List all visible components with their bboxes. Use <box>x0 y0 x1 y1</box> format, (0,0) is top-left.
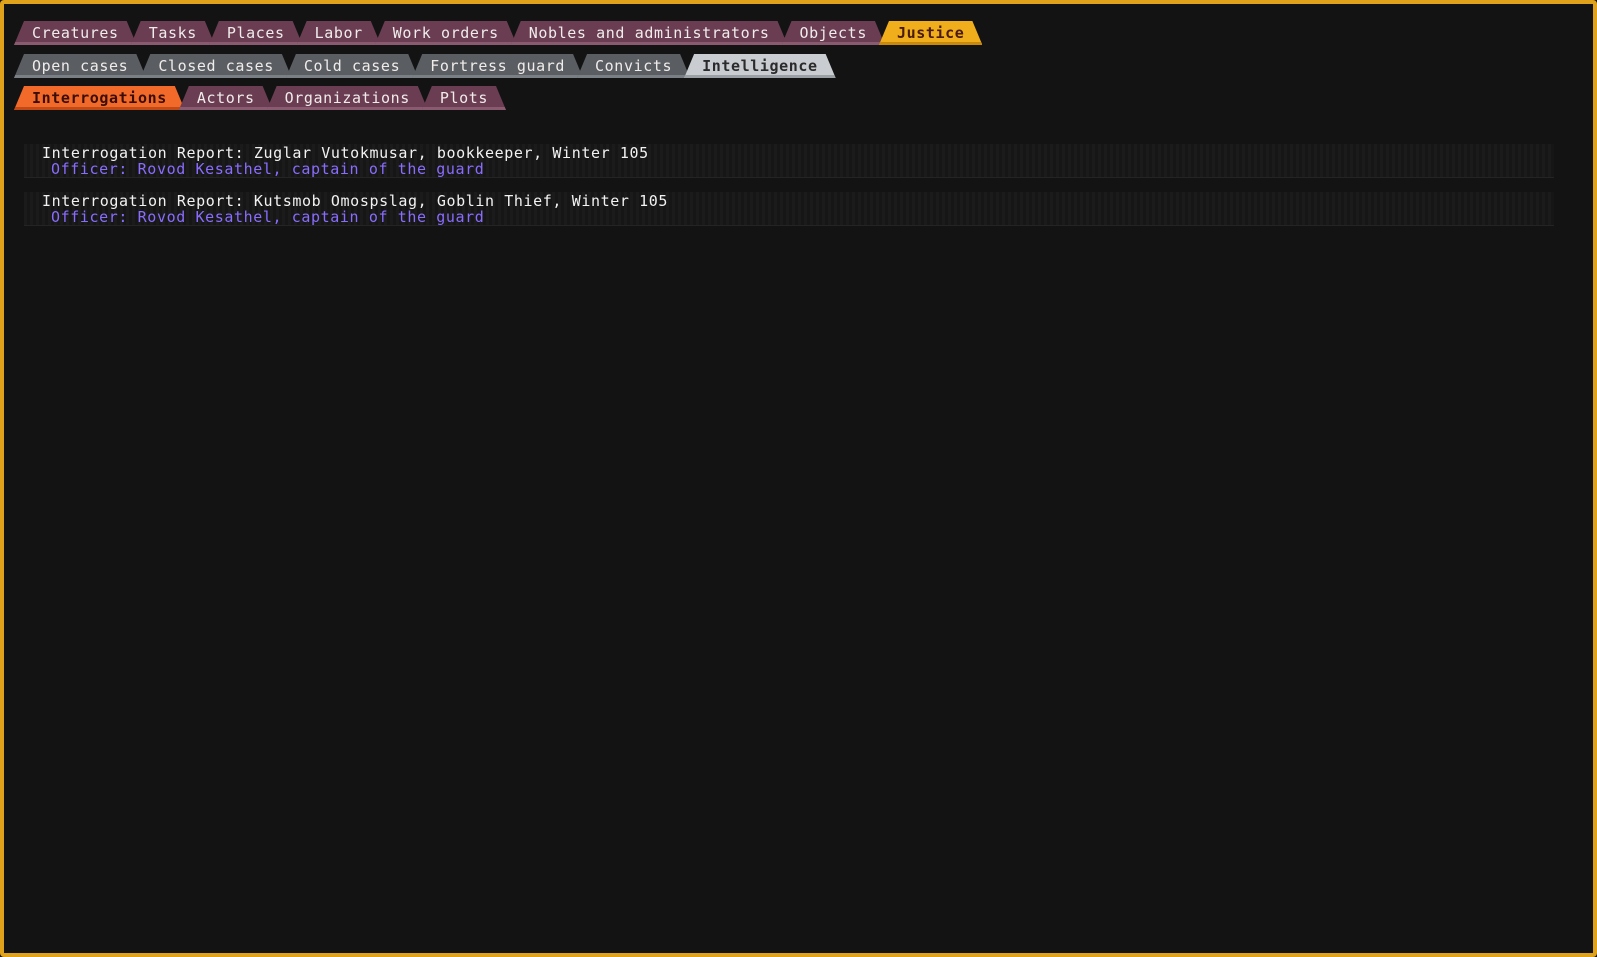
tab-organizations[interactable]: Organizations <box>267 86 428 110</box>
tab-tasks[interactable]: Tasks <box>131 21 215 45</box>
tab-work-orders[interactable]: Work orders <box>375 21 517 45</box>
tab-open-cases[interactable]: Open cases <box>14 54 146 78</box>
list-item[interactable]: Interrogation Report: Kutsmob Omospslag,… <box>24 192 1554 226</box>
window-frame: Creatures Tasks Places Labor Work orders… <box>0 0 1597 957</box>
tab-actors[interactable]: Actors <box>179 86 273 110</box>
tab-creatures[interactable]: Creatures <box>14 21 137 45</box>
tab-places[interactable]: Places <box>209 21 303 45</box>
list-item[interactable]: Interrogation Report: Zuglar Vutokmusar,… <box>24 144 1554 178</box>
interrogation-report-list: Interrogation Report: Zuglar Vutokmusar,… <box>24 144 1554 240</box>
tab-plots[interactable]: Plots <box>422 86 506 110</box>
report-officer: Officer: Rovod Kesathel, captain of the … <box>51 208 485 226</box>
tab-justice[interactable]: Justice <box>879 21 982 45</box>
tab-labor[interactable]: Labor <box>297 21 381 45</box>
justice-tab-bar: Open cases Closed cases Cold cases Fortr… <box>14 54 836 78</box>
tab-nobles-and-administrators[interactable]: Nobles and administrators <box>511 21 788 45</box>
tab-convicts[interactable]: Convicts <box>577 54 690 78</box>
tab-cold-cases[interactable]: Cold cases <box>286 54 418 78</box>
tab-intelligence[interactable]: Intelligence <box>684 54 836 78</box>
report-officer: Officer: Rovod Kesathel, captain of the … <box>51 160 485 178</box>
main-tab-bar: Creatures Tasks Places Labor Work orders… <box>14 21 982 45</box>
tab-fortress-guard[interactable]: Fortress guard <box>412 54 583 78</box>
intelligence-tab-bar: Interrogations Actors Organizations Plot… <box>14 86 506 110</box>
tab-closed-cases[interactable]: Closed cases <box>140 54 292 78</box>
tab-objects[interactable]: Objects <box>782 21 885 45</box>
tab-interrogations[interactable]: Interrogations <box>14 86 185 110</box>
